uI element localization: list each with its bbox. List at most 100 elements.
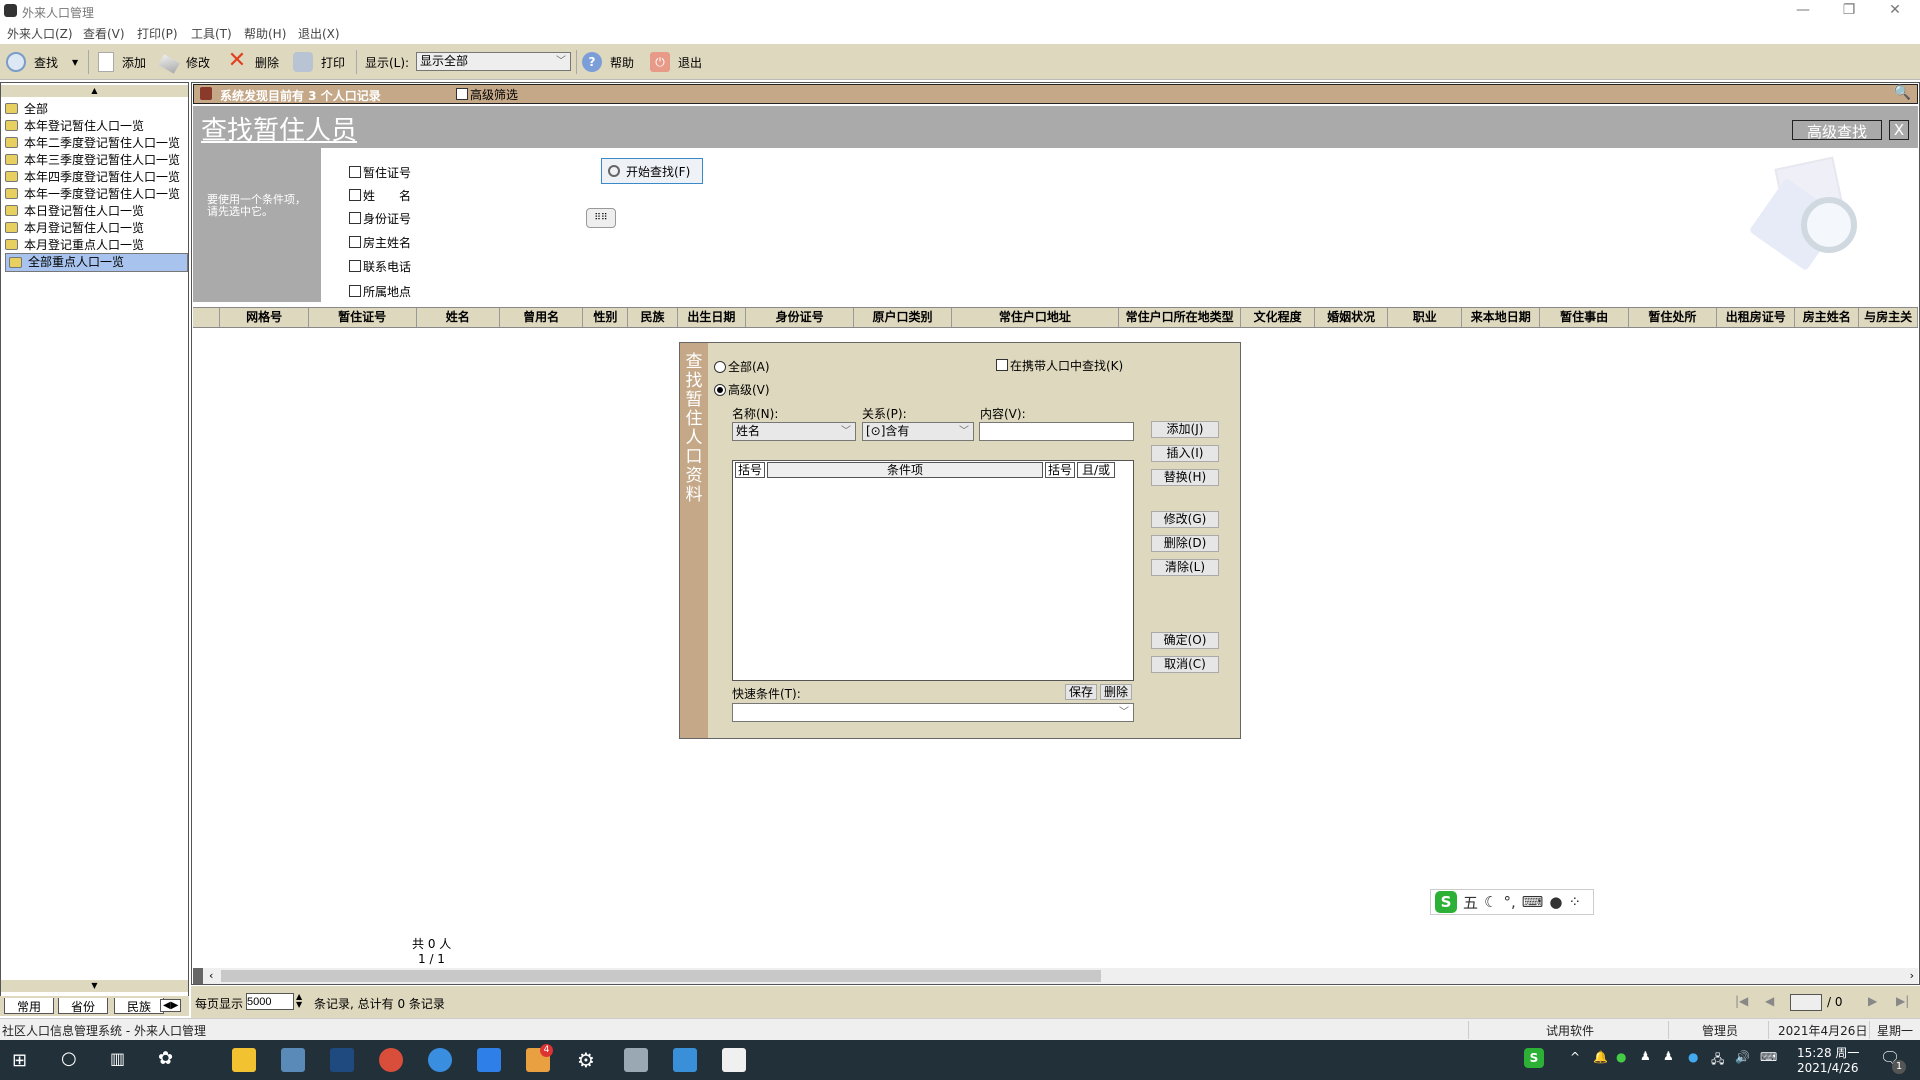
menu-print[interactable]: 打印(P) xyxy=(137,25,178,42)
grid-icon[interactable]: ⁘ xyxy=(1569,893,1582,911)
qq-icon[interactable]: ♟ xyxy=(1663,1049,1674,1063)
field-checkbox-permit-no[interactable]: 暂住证号 xyxy=(349,164,411,180)
wechat-icon[interactable]: ● xyxy=(1616,1050,1626,1064)
column-header[interactable]: 民族 xyxy=(628,308,678,327)
column-header[interactable]: 原户口类别 xyxy=(854,308,953,327)
windows-start-icon[interactable]: ⊞ xyxy=(12,1050,27,1071)
calculator-icon[interactable] xyxy=(281,1048,305,1072)
column-header[interactable]: 婚姻状况 xyxy=(1315,308,1389,327)
menu-view[interactable]: 查看(V) xyxy=(83,25,125,42)
column-header[interactable]: 性别 xyxy=(583,308,629,327)
insert-condition-button[interactable]: 插入(I) xyxy=(1151,445,1219,462)
menu-tools[interactable]: 工具(T) xyxy=(191,25,232,42)
scroll-down-button[interactable]: ▼ xyxy=(1,980,188,992)
user-icon[interactable]: ● xyxy=(1549,893,1562,911)
column-header[interactable]: 房主姓名 xyxy=(1795,308,1860,327)
ime-mode[interactable]: 五 xyxy=(1463,892,1478,913)
archive-icon[interactable] xyxy=(673,1048,697,1072)
delete-condition-button[interactable]: 删除(D) xyxy=(1151,535,1219,552)
clock-date[interactable]: 2021/4/26 xyxy=(1797,1061,1859,1075)
relation-select[interactable]: [⊙]含有 ﹀ xyxy=(862,422,974,441)
column-header[interactable]: 职业 xyxy=(1388,308,1462,327)
modify-condition-button[interactable]: 修改(G) xyxy=(1151,511,1219,528)
column-header[interactable]: 网格号 xyxy=(220,308,309,327)
field-checkbox-id-no[interactable]: 身份证号 xyxy=(349,210,411,226)
field-checkbox-phone[interactable]: 联系电话 xyxy=(349,258,411,274)
menu-help[interactable]: 帮助(H) xyxy=(244,25,286,42)
tree-item[interactable]: 本月登记重点人口一览 xyxy=(5,236,144,253)
ok-button[interactable]: 确定(O) xyxy=(1151,632,1219,649)
scroll-up-button[interactable]: ▲ xyxy=(1,85,188,97)
tab-ethnicity[interactable]: 民族 xyxy=(114,998,165,1014)
page-input[interactable] xyxy=(1790,994,1822,1011)
search-circle-icon[interactable]: ○ xyxy=(61,1048,77,1069)
sogou-tray-icon[interactable]: S xyxy=(1524,1048,1544,1068)
menu-population[interactable]: 外来人口(Z) xyxy=(7,25,73,42)
system-monitor-icon[interactable] xyxy=(624,1048,648,1072)
column-header[interactable]: 常住户口所在地类型 xyxy=(1119,308,1242,327)
exit-button[interactable]: ⏻ 退出 xyxy=(650,52,702,72)
horizontal-scrollbar[interactable]: ‹ › xyxy=(193,968,1918,984)
close-search-button[interactable]: X xyxy=(1889,120,1909,140)
print-button[interactable]: 打印 xyxy=(293,52,345,72)
document-app-icon[interactable] xyxy=(722,1048,746,1072)
column-header[interactable]: 与房主关 xyxy=(1859,308,1919,327)
tree-item[interactable]: 本日登记暂住人口一览 xyxy=(5,202,144,219)
cancel-button[interactable]: 取消(C) xyxy=(1151,656,1219,673)
help-button[interactable]: ? 帮助 xyxy=(582,52,634,72)
wps-icon[interactable] xyxy=(477,1048,501,1072)
next-page-icon[interactable]: ▶ xyxy=(1868,994,1877,1008)
column-header[interactable]: 来本地日期 xyxy=(1462,308,1541,327)
search-icon[interactable]: 🔍 xyxy=(1894,85,1911,101)
restore-button[interactable]: ❐ xyxy=(1826,0,1872,22)
edit-button[interactable]: 修改 xyxy=(158,52,210,74)
scroll-right-icon[interactable]: › xyxy=(1910,969,1914,982)
maxthon-icon[interactable] xyxy=(330,1048,354,1072)
chrome-icon[interactable] xyxy=(379,1048,403,1072)
add-condition-button[interactable]: 添加(J) xyxy=(1151,421,1219,438)
tree-item[interactable]: 本月登记暂住人口一览 xyxy=(5,219,144,236)
tree-item[interactable]: 本年登记暂住人口一览 xyxy=(5,117,144,134)
pinwheel-app-icon[interactable]: ✿ xyxy=(158,1048,173,1069)
quick-condition-select[interactable]: ﹀ xyxy=(732,703,1134,722)
column-header[interactable]: 出租房证号 xyxy=(1717,308,1796,327)
column-header[interactable]: 曾用名 xyxy=(500,308,584,327)
find-button[interactable]: 查找 ▼ xyxy=(6,52,78,72)
per-page-stepper[interactable]: ▲ ▼ xyxy=(296,993,302,1009)
tree-item[interactable]: 本年三季度登记暂住人口一览 xyxy=(5,151,180,168)
radio-all[interactable]: 全部(A) xyxy=(714,358,770,375)
column-header[interactable]: 暂住证号 xyxy=(309,308,417,327)
field-checkbox-name[interactable]: 姓 名 xyxy=(349,187,411,203)
carry-population-checkbox[interactable]: 在携带人口中查找(K) xyxy=(996,357,1123,373)
qq-browser-tray-icon[interactable]: ● xyxy=(1688,1050,1698,1064)
last-page-icon[interactable]: ▶| xyxy=(1896,994,1909,1008)
prev-page-icon[interactable]: ◀ xyxy=(1765,994,1774,1008)
column-header[interactable]: 暂住事由 xyxy=(1540,308,1629,327)
keyboard-tray-icon[interactable]: ⌨ xyxy=(1760,1050,1777,1064)
ime-toolbar[interactable]: S 五 ☾ °, ⌨ ● ⁘ xyxy=(1430,889,1594,915)
scrollbar-thumb[interactable] xyxy=(221,970,1101,982)
keyboard-icon[interactable]: ⌨ xyxy=(1522,893,1544,911)
tree-item-selected[interactable]: 全部重点人口一览 xyxy=(5,253,188,272)
content-input[interactable] xyxy=(979,422,1134,441)
condition-grid[interactable]: 括号 条件项 括号 且/或 xyxy=(732,460,1134,681)
start-search-button[interactable]: 开始查找(F) xyxy=(601,158,703,184)
column-header[interactable]: 身份证号 xyxy=(746,308,855,327)
qq-browser-icon[interactable] xyxy=(428,1048,452,1072)
network-icon[interactable]: 🖧 xyxy=(1711,1050,1724,1071)
clock-time[interactable]: 15:28 周一 xyxy=(1797,1044,1859,1061)
tray-expand-icon[interactable]: ^ xyxy=(1570,1050,1580,1064)
field-checkbox-location[interactable]: 所属地点 xyxy=(349,283,411,299)
field-name-select[interactable]: 姓名 ﹀ xyxy=(732,422,856,441)
tree-item[interactable]: 本年一季度登记暂住人口一览 xyxy=(5,185,180,202)
volume-icon[interactable]: 🔊 xyxy=(1735,1050,1750,1064)
scroll-left-icon[interactable]: ‹ xyxy=(209,969,213,982)
per-page-input[interactable] xyxy=(246,993,294,1010)
column-header[interactable]: 姓名 xyxy=(417,308,500,327)
tree-item[interactable]: 本年二季度登记暂住人口一览 xyxy=(5,134,180,151)
quick-save-button[interactable]: 保存 xyxy=(1065,684,1097,700)
tab-province[interactable]: 省份 xyxy=(58,998,109,1014)
first-page-icon[interactable]: |◀ xyxy=(1735,994,1748,1008)
radio-advanced[interactable]: 高级(V) xyxy=(714,381,770,398)
field-checkbox-landlord-name[interactable]: 房主姓名 xyxy=(349,234,411,250)
